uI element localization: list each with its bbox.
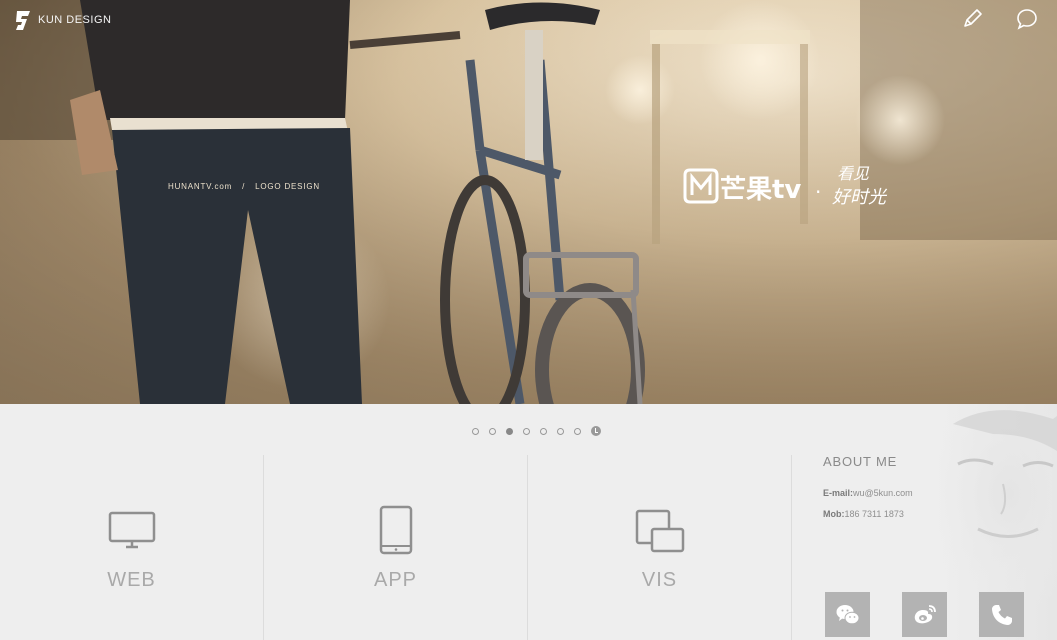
phone-button[interactable] [979,592,1024,637]
pencil-icon[interactable] [960,7,984,31]
mango-tv-logo: 芒果tv · 看见 好时光 [683,164,888,208]
mango-tv-dot: · [815,180,821,204]
service-label: VIS [641,569,678,591]
wechat-button[interactable] [825,592,870,637]
mango-tv-text: 芒果tv [720,175,801,205]
services-section: WEB APP VIS [0,455,792,640]
slide-dot[interactable] [557,427,564,435]
chat-bubble-icon[interactable] [1015,7,1039,31]
tablet-icon [379,505,412,555]
email-line: E-mail:wu@5kun.com [823,488,913,498]
slide-dot[interactable] [574,427,581,435]
service-label: WEB [107,569,156,591]
email-label: E-mail: [823,488,854,498]
brand[interactable]: KUN DESIGN [12,9,111,31]
slide-dot-active[interactable] [506,427,513,435]
autoplay-clock-icon[interactable] [591,426,601,436]
email-value[interactable]: wu@5kun.com [853,488,913,498]
weibo-icon [914,604,936,623]
brand-name: KUN DESIGN [38,14,112,26]
slide-dot[interactable] [489,427,496,435]
monitor-icon [108,511,155,549]
slogan-line-2: 好时光 [832,187,888,208]
service-vis[interactable]: VIS [528,455,792,640]
devices-icon [635,509,684,553]
wechat-icon [836,604,859,624]
page: KUN DESIGN HUNANTV.com / LOGO DESIGN 芒果t… [0,0,1057,640]
about-panel: ABOUT ME E-mail:wu@5kun.com Mob:186 7311… [793,404,1057,640]
service-web[interactable]: WEB [0,455,264,640]
service-label: APP [373,569,418,591]
hero-banner: KUN DESIGN HUNANTV.com / LOGO DESIGN 芒果t… [0,0,1057,404]
slogan-line-1: 看见 [837,164,870,183]
caption-separator: / [242,182,246,191]
slide-dot[interactable] [540,427,547,435]
brand-logo-icon [16,11,30,30]
hero-caption: HUNANTV.com / LOGO DESIGN [168,182,320,191]
slide-dot[interactable] [523,427,530,435]
weibo-button[interactable] [902,592,947,637]
caption-category[interactable]: LOGO DESIGN [255,182,320,191]
mobile-label: Mob: [823,509,845,519]
phone-icon [991,604,1012,625]
caption-site[interactable]: HUNANTV.com [168,182,232,191]
about-title: ABOUT ME [823,454,898,469]
mobile-line: Mob:186 7311 1873 [823,509,904,519]
portrait-image [933,404,1057,604]
slider-pagination [472,426,601,436]
service-app[interactable]: APP [264,455,528,640]
mobile-value: 186 7311 1873 [844,509,904,519]
slide-dot[interactable] [472,427,479,435]
